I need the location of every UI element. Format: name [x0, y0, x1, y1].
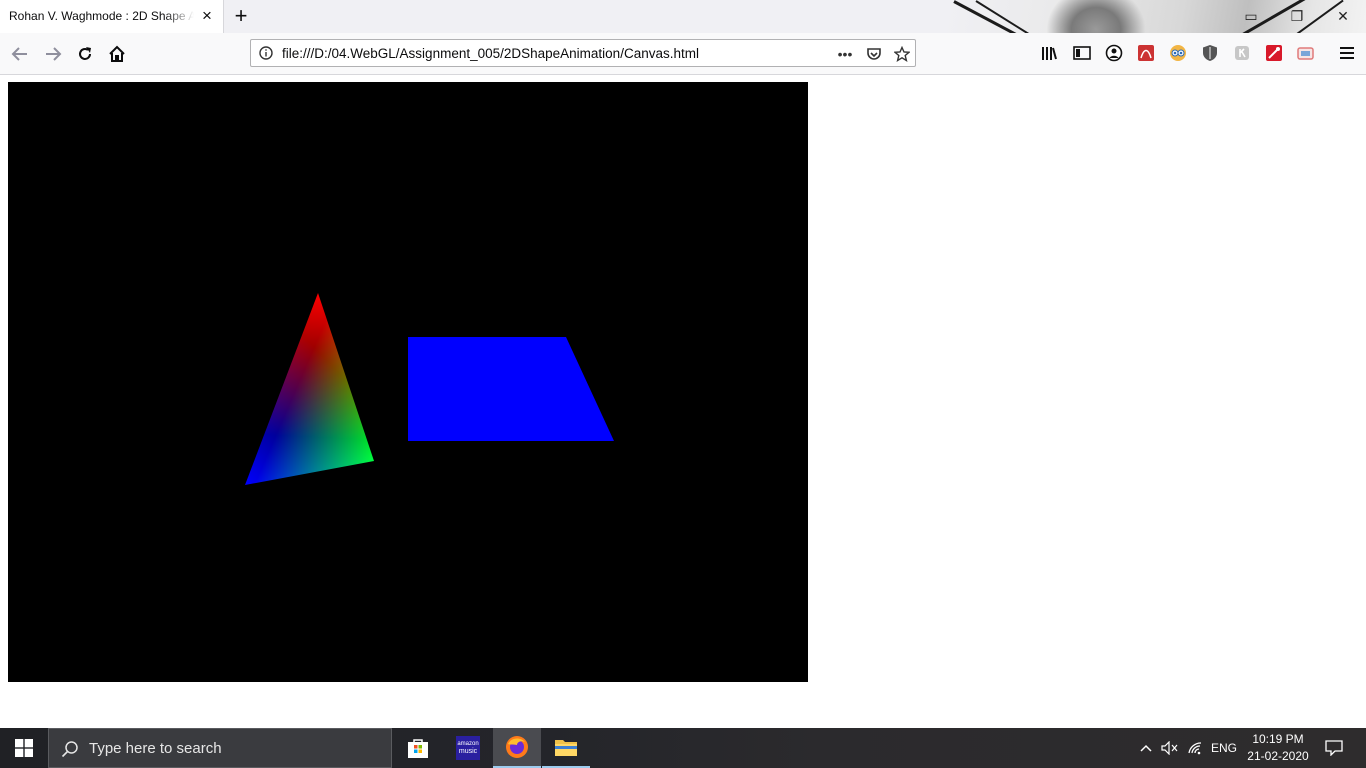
account-icon[interactable]: [1104, 43, 1124, 63]
wifi-icon: [1188, 742, 1202, 755]
windows-taskbar: Type here to search amazon music ENG 10:…: [0, 728, 1366, 768]
blue-quad: [408, 337, 614, 441]
page-actions-menu-icon[interactable]: •••: [835, 44, 855, 64]
reload-button[interactable]: [72, 41, 98, 67]
address-bar[interactable]: file:///D:/04.WebGL/Assignment_005/2DSha…: [250, 39, 916, 67]
action-center-button[interactable]: [1320, 728, 1348, 768]
bookmark-star-icon[interactable]: [892, 44, 912, 64]
folder-icon: [555, 740, 577, 756]
taskbar-search-box[interactable]: Type here to search: [48, 728, 392, 768]
pocket-icon[interactable]: [864, 44, 884, 64]
rotating-triangle: [245, 293, 374, 485]
amazon-music-label-top: amazon: [457, 741, 479, 747]
home-icon: [109, 45, 125, 62]
extension-icon[interactable]: [1232, 43, 1252, 63]
reload-icon: [79, 47, 91, 60]
volume-button[interactable]: [1158, 728, 1182, 768]
notification-icon: [1325, 740, 1343, 756]
start-button[interactable]: [0, 728, 48, 768]
restore-button[interactable]: ❐: [1287, 6, 1307, 26]
minimize-button[interactable]: ▭: [1241, 6, 1261, 26]
clock-time: 10:19 PM: [1252, 732, 1304, 746]
url-text[interactable]: file:///D:/04.WebGL/Assignment_005/2DSha…: [282, 46, 699, 61]
back-button[interactable]: [7, 41, 33, 67]
eyes-extension-icon[interactable]: [1168, 43, 1188, 63]
clock-date: 21-02-2020: [1247, 749, 1309, 763]
file-explorer-app[interactable]: [542, 728, 590, 768]
forward-arrow-icon: [46, 47, 62, 61]
screenshot-extension-icon[interactable]: [1296, 43, 1316, 63]
search-icon: [61, 741, 78, 758]
show-hidden-icons-button[interactable]: [1136, 728, 1156, 768]
tab-strip: Rohan V. Waghmode : 2D Shape Animation ×…: [0, 0, 1366, 33]
chevron-up-icon: [1140, 744, 1152, 752]
close-window-button[interactable]: ✕: [1333, 6, 1353, 26]
new-tab-button[interactable]: +: [230, 5, 252, 27]
amazon-music-label-bottom: music: [458, 748, 478, 755]
amazon-music-icon: amazon music: [456, 736, 480, 760]
microsoft-store-app[interactable]: [394, 728, 442, 768]
amazon-music-app[interactable]: amazon music: [444, 728, 492, 768]
page-content: [0, 75, 1366, 728]
volume-muted-icon: [1161, 741, 1178, 755]
firefox-app-active[interactable]: [493, 728, 541, 768]
firefox-icon: [506, 736, 528, 758]
store-bag-icon: [408, 739, 428, 758]
navigation-toolbar: file:///D:/04.WebGL/Assignment_005/2DSha…: [0, 33, 1366, 75]
search-placeholder: Type here to search: [89, 740, 222, 757]
library-icon[interactable]: [1040, 43, 1060, 63]
active-tab[interactable]: Rohan V. Waghmode : 2D Shape Animation ×: [0, 0, 223, 33]
pdf-extension-icon[interactable]: [1136, 43, 1156, 63]
tab-title: Rohan V. Waghmode : 2D Shape Animation: [9, 9, 194, 23]
tab-close-icon[interactable]: ×: [198, 7, 216, 25]
hamburger-menu-icon[interactable]: [1337, 43, 1357, 63]
forward-button[interactable]: [40, 41, 66, 67]
webgl-canvas[interactable]: [8, 82, 808, 682]
sidebar-icon[interactable]: [1072, 43, 1092, 63]
color-picker-extension-icon[interactable]: [1264, 43, 1284, 63]
shield-icon[interactable]: [1200, 43, 1220, 63]
windows-logo-icon: [15, 739, 33, 757]
home-button[interactable]: [104, 41, 130, 67]
network-button[interactable]: [1184, 728, 1208, 768]
language-indicator[interactable]: ENG: [1208, 728, 1240, 768]
info-icon[interactable]: [259, 46, 273, 60]
canvas-scene: [245, 293, 614, 485]
back-arrow-icon: [11, 47, 27, 61]
